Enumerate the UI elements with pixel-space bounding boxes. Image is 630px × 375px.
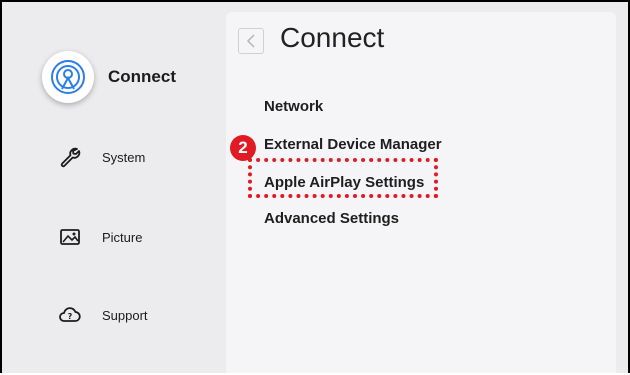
sidebar: Connect System Picture ? Support bbox=[2, 2, 222, 373]
sidebar-item-picture[interactable]: Picture bbox=[50, 217, 142, 257]
step-badge: 2 bbox=[230, 135, 256, 161]
sidebar-item-connect[interactable]: Connect bbox=[42, 51, 176, 103]
sidebar-item-label: Connect bbox=[108, 67, 176, 86]
menu-item-network[interactable]: Network bbox=[264, 98, 323, 115]
sidebar-item-label: System bbox=[102, 149, 146, 165]
sidebar-item-label: Support bbox=[102, 307, 148, 323]
svg-text:?: ? bbox=[68, 312, 73, 321]
support-icon: ? bbox=[50, 295, 90, 335]
highlight-box bbox=[248, 158, 438, 198]
connect-panel: Connect Network External Device Manager … bbox=[226, 12, 616, 373]
sidebar-item-label: Picture bbox=[102, 229, 143, 245]
sidebar-item-system[interactable]: System bbox=[50, 137, 145, 177]
wrench-icon bbox=[50, 137, 90, 177]
settings-screen: Connect System Picture ? Support Connect… bbox=[0, 0, 630, 373]
sidebar-item-support[interactable]: ? Support bbox=[50, 295, 148, 335]
chevron-left-icon bbox=[246, 34, 255, 48]
picture-icon bbox=[50, 217, 90, 257]
menu-item-advanced-settings[interactable]: Advanced Settings bbox=[264, 210, 399, 227]
menu-item-external-device-manager[interactable]: External Device Manager bbox=[264, 136, 442, 153]
connect-icon bbox=[42, 51, 94, 103]
page-title: Connect bbox=[280, 22, 385, 53]
back-button[interactable] bbox=[238, 28, 264, 54]
